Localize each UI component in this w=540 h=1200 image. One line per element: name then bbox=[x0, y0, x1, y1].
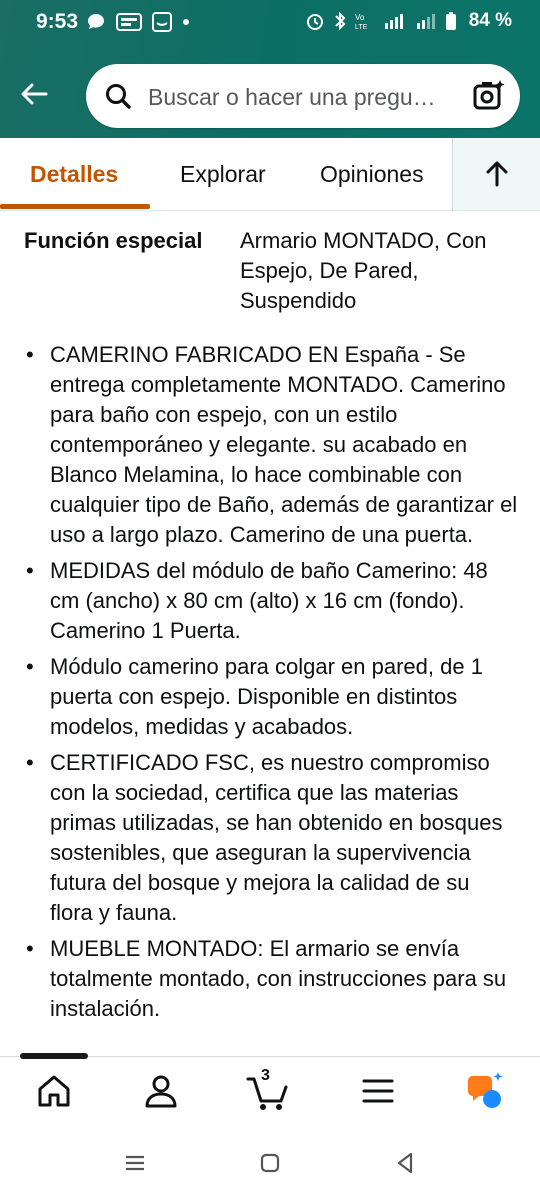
battery-level: 84 % bbox=[468, 10, 512, 31]
tab-opiniones[interactable]: Opiniones bbox=[320, 138, 424, 210]
alarm-icon bbox=[306, 14, 323, 30]
menu-icon[interactable] bbox=[356, 1069, 400, 1113]
back-button-icon[interactable] bbox=[392, 1150, 418, 1176]
status-notification-icons bbox=[86, 12, 190, 32]
system-navigation bbox=[0, 1126, 540, 1200]
camera-search-icon[interactable] bbox=[472, 78, 506, 112]
svg-text:Vo: Vo bbox=[355, 13, 365, 22]
feature-bullet: CERTIFICADO FSC, es nuestro compromiso c… bbox=[24, 748, 518, 928]
tab-detalles[interactable]: Detalles bbox=[30, 138, 118, 210]
nav-active-indicator bbox=[20, 1053, 88, 1059]
signal-icon bbox=[416, 14, 435, 29]
product-details: Función especial Armario MONTADO, Con Es… bbox=[0, 212, 540, 1056]
arrow-up-icon bbox=[486, 161, 508, 187]
back-arrow-icon[interactable] bbox=[18, 78, 50, 110]
feature-bullet: CAMERINO FABRICADO EN España - Se entreg… bbox=[24, 340, 518, 550]
battery-icon bbox=[445, 12, 456, 30]
cart-icon bbox=[246, 1077, 288, 1110]
bluetooth-icon bbox=[334, 11, 346, 31]
tab-explorar[interactable]: Explorar bbox=[180, 138, 266, 210]
cart-count: 3 bbox=[261, 1067, 270, 1084]
feature-bullets: CAMERINO FABRICADO EN España - Se entreg… bbox=[24, 340, 518, 1030]
app-header: 9:53 Vo LTE 84 % bbox=[0, 0, 540, 138]
chat-bubble-icon bbox=[88, 14, 104, 29]
spec-value: Armario MONTADO, Con Espejo, De Pared, S… bbox=[240, 228, 487, 313]
spec-key: Función especial bbox=[24, 228, 203, 253]
news-app-icon bbox=[116, 13, 142, 31]
user-icon[interactable] bbox=[139, 1069, 183, 1113]
status-system-icons: Vo LTE 84 % bbox=[305, 10, 512, 32]
search-bar[interactable] bbox=[86, 64, 520, 128]
dot-icon bbox=[183, 19, 189, 25]
home-icon[interactable] bbox=[32, 1069, 76, 1113]
search-input[interactable] bbox=[146, 78, 460, 116]
status-time: 9:53 bbox=[36, 10, 79, 33]
amazon-app-icon bbox=[152, 12, 172, 32]
cart-button[interactable]: 3 bbox=[245, 1067, 295, 1113]
volte-icon: Vo LTE bbox=[355, 13, 368, 31]
bottom-navigation: 3 bbox=[0, 1053, 540, 1127]
tab-bar: Detalles Explorar Opiniones bbox=[0, 138, 540, 211]
svg-text:LTE: LTE bbox=[355, 24, 368, 31]
signal-4g-icon bbox=[384, 14, 403, 29]
feature-bullet: Módulo camerino para colgar en pared, de… bbox=[24, 652, 518, 742]
active-tab-indicator bbox=[0, 204, 150, 209]
feature-bullet: MEDIDAS del módulo de baño Camerino: 48 … bbox=[24, 556, 518, 646]
feature-bullet: MUEBLE MONTADO: El armario se envía tota… bbox=[24, 934, 518, 1024]
status-bar: 9:53 Vo LTE 84 % bbox=[0, 0, 540, 46]
scroll-to-top-button[interactable] bbox=[452, 138, 540, 210]
search-icon bbox=[106, 84, 131, 109]
home-button-icon[interactable] bbox=[257, 1150, 283, 1176]
rufus-icon[interactable] bbox=[462, 1069, 506, 1113]
recent-apps-icon[interactable] bbox=[122, 1150, 148, 1176]
